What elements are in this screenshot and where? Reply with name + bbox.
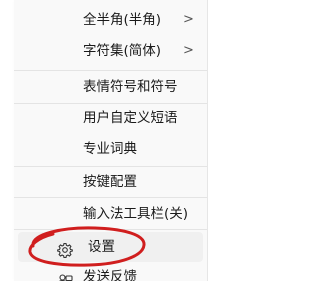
screenshot-stage: 全半角(半角) > 字符集(简体) > 表情符号和符号 用户自定义短语 专业词典… [0, 0, 271, 281]
menu-separator [14, 70, 207, 71]
menu-item-label: 表情符号和符号 [83, 79, 178, 95]
feedback-icon [57, 270, 73, 281]
menu-item-user-phrases[interactable]: 用户自定义短语 [14, 103, 207, 133]
gear-icon [57, 239, 73, 259]
menu-separator [14, 197, 207, 198]
menu-item-label: 专业词典 [83, 141, 137, 157]
menu-item-key-config[interactable]: 按键配置 [14, 167, 207, 197]
menu-item-label: 用户自定义短语 [83, 110, 178, 126]
menu-item-label: 输入法工具栏(关) [83, 206, 189, 222]
menu-item-label: 设置 [88, 239, 115, 255]
menu-item-label: 全半角(半角) [83, 12, 162, 28]
menu-item-send-feedback[interactable]: 发送反馈 [14, 262, 207, 281]
chevron-right-icon: > [183, 43, 194, 58]
menu-item-professional-dictionary[interactable]: 专业词典 [14, 134, 207, 164]
chevron-right-icon: > [183, 12, 194, 27]
menu-item-label: 发送反馈 [83, 269, 137, 281]
background-area [208, 0, 271, 281]
menu-separator [14, 229, 207, 230]
menu-item-settings[interactable]: 设置 [18, 232, 203, 262]
ime-context-menu: 全半角(半角) > 字符集(简体) > 表情符号和符号 用户自定义短语 专业词典… [14, 0, 208, 281]
menu-item-label: 字符集(简体) [83, 43, 162, 59]
menu-item-emoji-symbols[interactable]: 表情符号和符号 [14, 72, 207, 102]
menu-item-label: 按键配置 [83, 174, 137, 190]
menu-item-charset[interactable]: 字符集(简体) > [14, 36, 207, 66]
menu-item-fullwidth-halfwidth[interactable]: 全半角(半角) > [14, 5, 207, 35]
menu-item-ime-toolbar[interactable]: 输入法工具栏(关) [14, 199, 207, 229]
